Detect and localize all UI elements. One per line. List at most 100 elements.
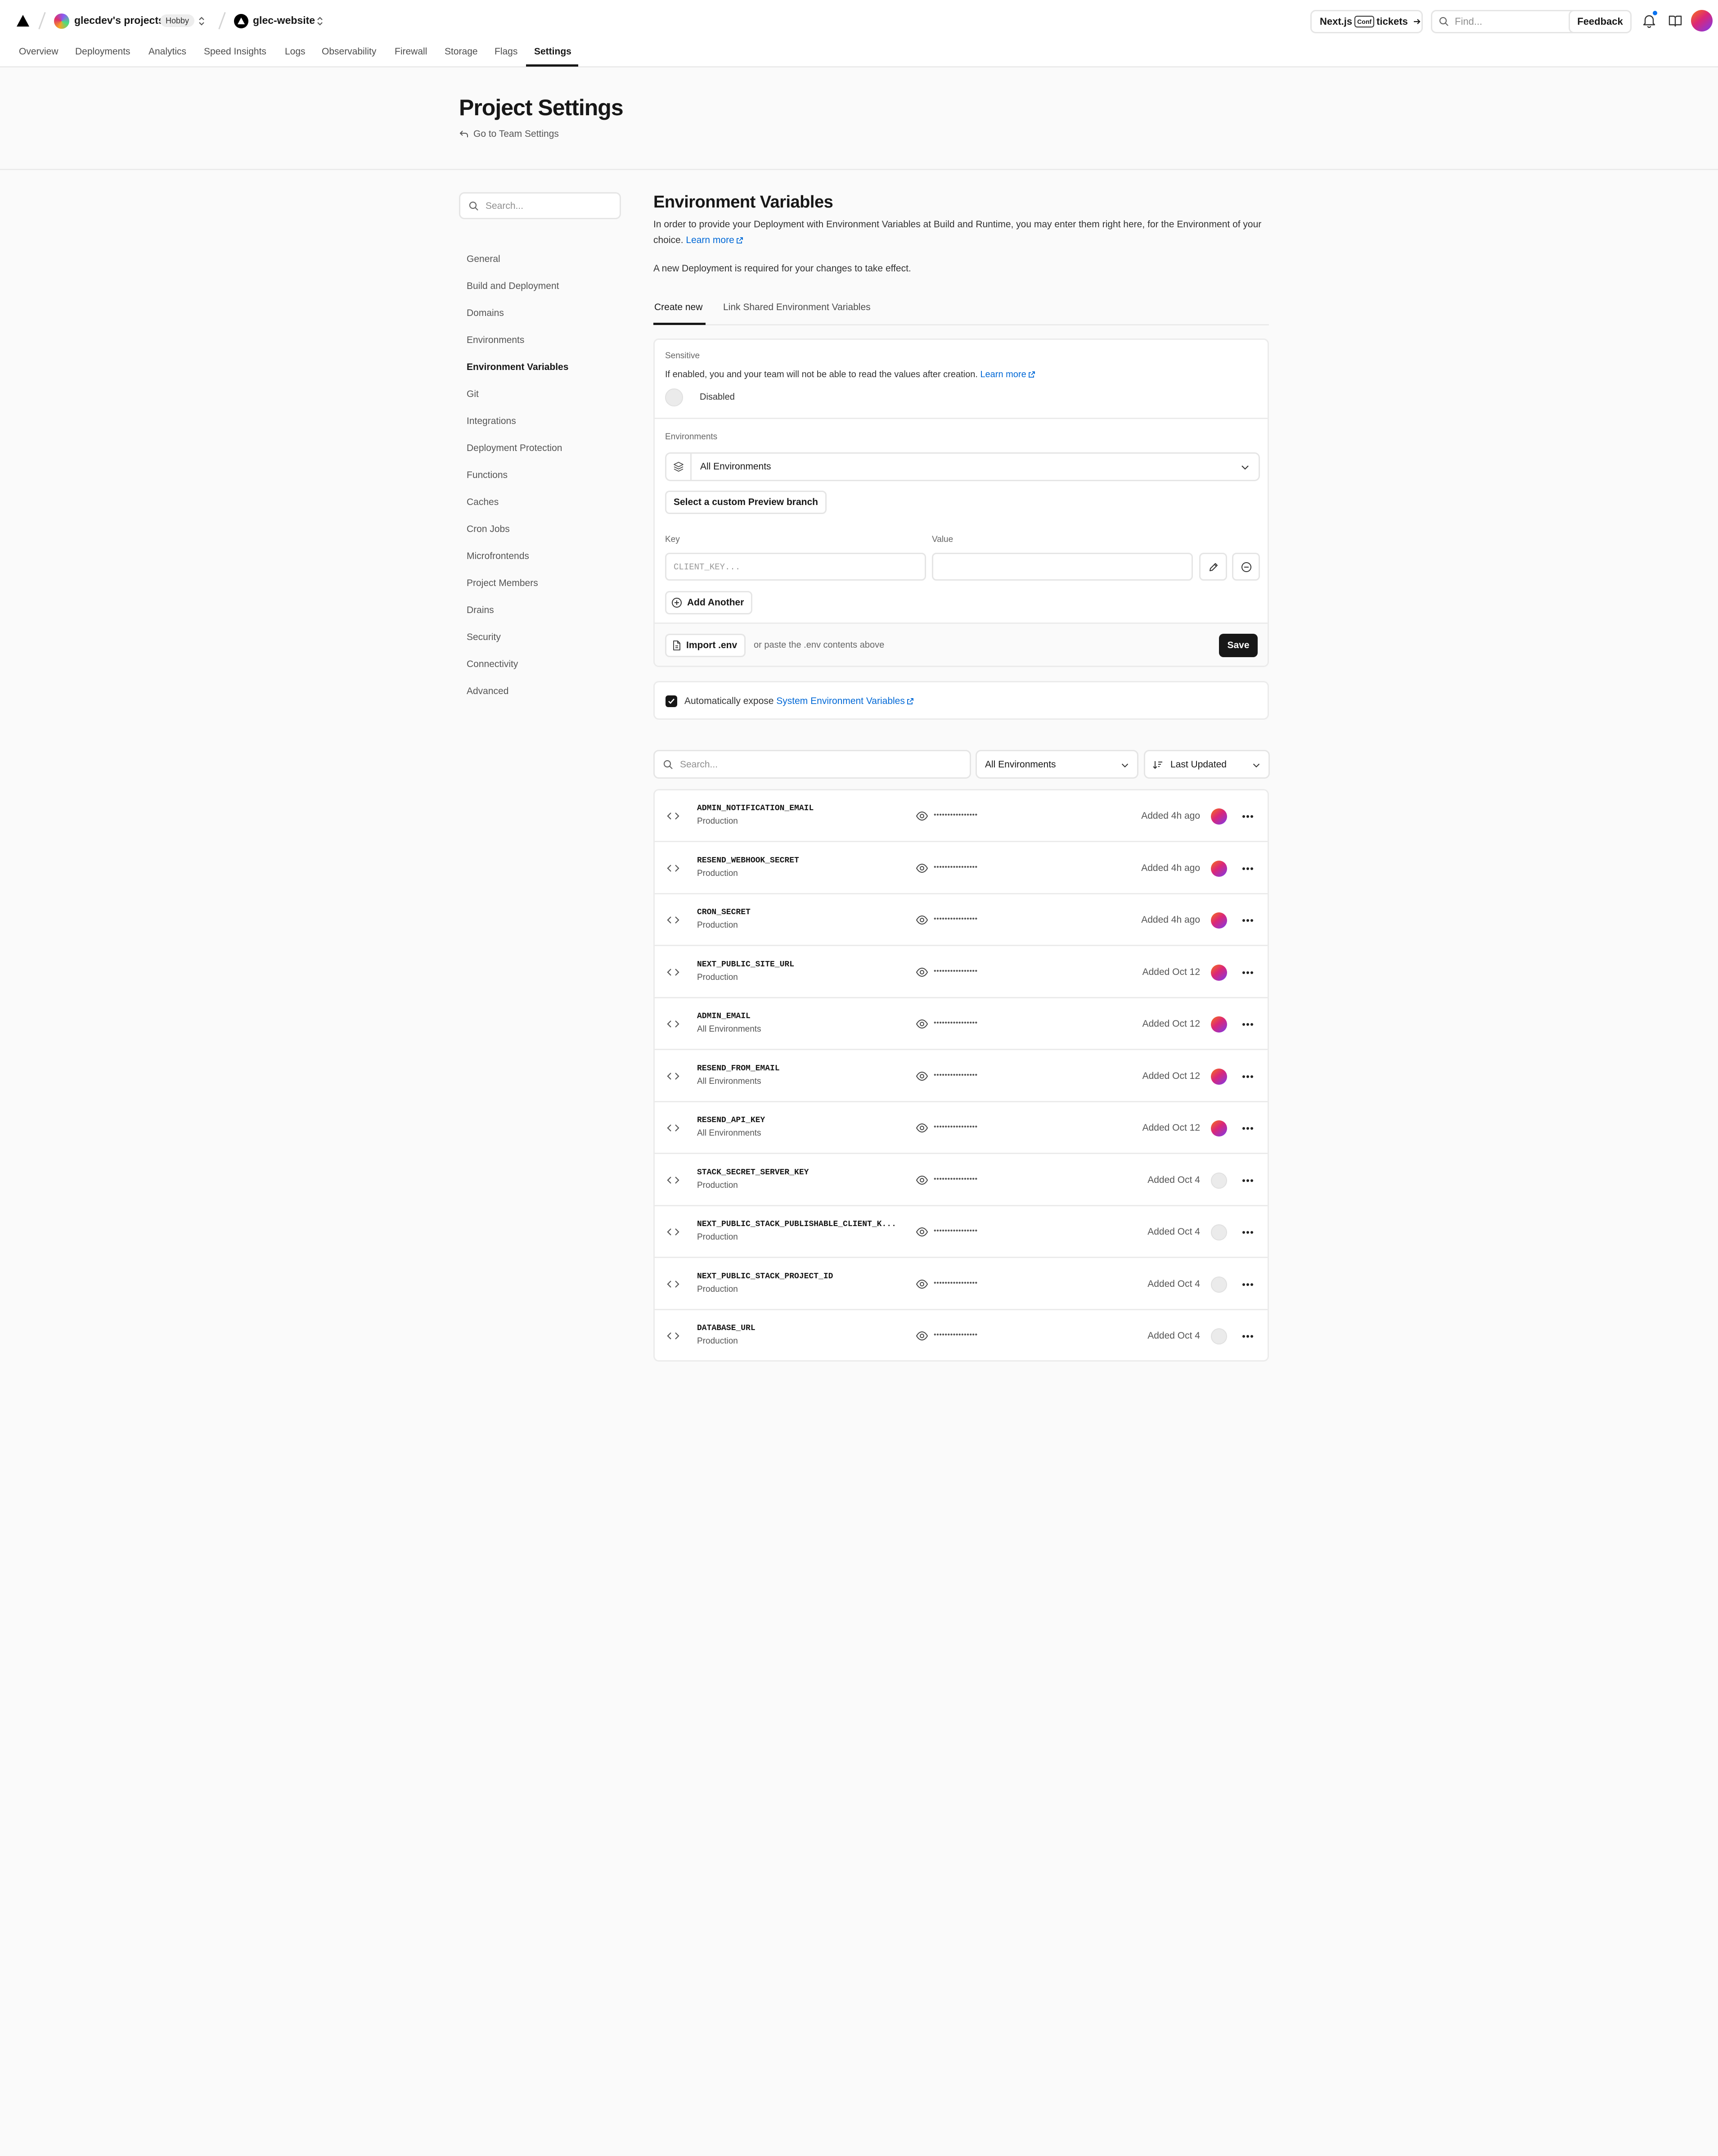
more-options-icon[interactable]: [1240, 1069, 1256, 1085]
env-search-input[interactable]: [680, 758, 959, 772]
env-var-row[interactable]: CRON_SECRET Production •••••••••••••••• Add…: [655, 894, 1268, 946]
env-var-row[interactable]: RESEND_WEBHOOK_SECRET Production •••••••••…: [655, 843, 1268, 894]
sidebar-item-drains[interactable]: Drains: [467, 605, 494, 616]
value-field[interactable]: [932, 553, 1193, 581]
sidebar-item-general[interactable]: General: [467, 254, 500, 265]
import-env-button[interactable]: Import .env: [665, 634, 746, 657]
more-options-icon[interactable]: [1240, 912, 1256, 929]
tab-flags[interactable]: Flags: [495, 46, 517, 57]
tab-speed-insights[interactable]: Speed Insights: [204, 46, 266, 57]
settings-search-input[interactable]: [486, 199, 616, 213]
add-another-button[interactable]: Add Another: [665, 591, 753, 614]
team-name[interactable]: glecdev's projects: [74, 14, 164, 27]
tab-storage[interactable]: Storage: [445, 46, 478, 57]
team-switcher-icon[interactable]: [198, 15, 205, 27]
key-field[interactable]: [665, 553, 926, 581]
tab-firewall[interactable]: Firewall: [395, 46, 427, 57]
eye-icon[interactable]: [916, 1226, 928, 1238]
env-var-row[interactable]: ADMIN_NOTIFICATION_EMAIL Production ••••••…: [655, 790, 1268, 842]
sidebar-item-environments[interactable]: Environments: [467, 335, 524, 346]
more-options-icon[interactable]: [1240, 1328, 1256, 1344]
eye-icon[interactable]: [916, 862, 928, 874]
more-options-icon[interactable]: [1240, 1016, 1256, 1033]
env-var-row[interactable]: NEXT_PUBLIC_STACK_PUBLISHABLE_CLIENT_K..…: [655, 1206, 1268, 1258]
more-options-icon[interactable]: [1240, 808, 1256, 825]
sort-select[interactable]: Last Updated: [1144, 750, 1270, 779]
sidebar-item-git[interactable]: Git: [467, 389, 479, 400]
more-options-icon[interactable]: [1240, 965, 1256, 981]
env-var-row[interactable]: ADMIN_EMAIL All Environments •••••••••••••…: [655, 998, 1268, 1050]
more-options-icon[interactable]: [1240, 1224, 1256, 1240]
env-var-row[interactable]: DATABASE_URL Production •••••••••••••••• Ad…: [655, 1310, 1268, 1360]
eye-icon[interactable]: [916, 1018, 928, 1030]
sensitive-learn-more-link[interactable]: Learn more: [980, 370, 1035, 379]
env-var-scope: Production: [697, 973, 738, 982]
user-avatar[interactable]: [1691, 10, 1713, 32]
docs-book-icon[interactable]: [1669, 14, 1682, 27]
env-var-row[interactable]: RESEND_FROM_EMAIL All Environments •••••••…: [655, 1051, 1268, 1102]
eye-icon[interactable]: [916, 810, 928, 822]
more-options-icon[interactable]: [1240, 861, 1256, 877]
sidebar-item-advanced[interactable]: Advanced: [467, 686, 508, 697]
more-options-icon[interactable]: [1240, 1276, 1256, 1293]
env-var-row[interactable]: RESEND_API_KEY All Environments ••••••••••…: [655, 1102, 1268, 1154]
tab-overview[interactable]: Overview: [19, 46, 58, 57]
sidebar-item-build-and-deployment[interactable]: Build and Deployment: [467, 281, 559, 292]
sidebar-item-functions[interactable]: Functions: [467, 470, 508, 481]
team-avatar[interactable]: [54, 14, 69, 29]
project-name[interactable]: glec-website: [253, 14, 315, 27]
eye-icon[interactable]: [916, 1330, 928, 1342]
tab-analytics[interactable]: Analytics: [148, 46, 186, 57]
environments-select[interactable]: All Environments: [665, 452, 1260, 481]
eye-icon[interactable]: [916, 966, 928, 978]
nextjs-conf-button[interactable]: Next.js Conf tickets: [1310, 10, 1423, 33]
sidebar-item-domains[interactable]: Domains: [467, 308, 504, 319]
sidebar-item-cron-jobs[interactable]: Cron Jobs: [467, 524, 510, 535]
feedback-button[interactable]: Feedback: [1569, 10, 1632, 33]
sidebar-item-environment-variables[interactable]: Environment Variables: [467, 362, 568, 373]
settings-search[interactable]: [459, 192, 621, 219]
tab-deployments[interactable]: Deployments: [75, 46, 130, 57]
chevron-down-icon: [1253, 763, 1260, 768]
vercel-logo-icon[interactable]: [16, 14, 30, 27]
team-settings-link[interactable]: Go to Team Settings: [459, 129, 559, 140]
value-input[interactable]: [940, 560, 1173, 574]
project-icon[interactable]: [234, 14, 248, 28]
eye-icon[interactable]: [916, 1122, 928, 1134]
sidebar-item-security[interactable]: Security: [467, 632, 501, 643]
sidebar-item-deployment-protection[interactable]: Deployment Protection: [467, 443, 562, 454]
tab-observability[interactable]: Observability: [322, 46, 376, 57]
eye-icon[interactable]: [916, 1174, 928, 1186]
remove-row-button[interactable]: [1232, 553, 1260, 581]
key-input[interactable]: [674, 560, 906, 574]
env-var-masked-value: ••••••••••••••••: [934, 1175, 978, 1183]
tab-link-shared[interactable]: Link Shared Environment Variables: [723, 302, 871, 313]
system-env-link[interactable]: System Environment Variables: [776, 696, 914, 706]
environment-filter-select[interactable]: All Environments: [976, 750, 1138, 779]
divider: [38, 12, 46, 30]
sensitive-toggle[interactable]: [665, 388, 683, 406]
tab-create-new[interactable]: Create new: [654, 302, 702, 313]
tab-logs[interactable]: Logs: [285, 46, 306, 57]
tab-settings[interactable]: Settings: [534, 46, 571, 57]
eye-icon[interactable]: [916, 1278, 928, 1290]
env-var-row[interactable]: NEXT_PUBLIC_SITE_URL Production ••••••••••…: [655, 947, 1268, 998]
sidebar-item-connectivity[interactable]: Connectivity: [467, 659, 518, 670]
custom-preview-branch-button[interactable]: Select a custom Preview branch: [665, 491, 827, 514]
sidebar-item-caches[interactable]: Caches: [467, 497, 499, 508]
more-options-icon[interactable]: [1240, 1173, 1256, 1189]
sidebar-item-integrations[interactable]: Integrations: [467, 416, 516, 427]
eye-icon[interactable]: [916, 914, 928, 926]
save-button[interactable]: Save: [1219, 634, 1258, 657]
env-var-row[interactable]: NEXT_PUBLIC_STACK_PROJECT_ID Production ••…: [655, 1258, 1268, 1310]
sidebar-item-project-members[interactable]: Project Members: [467, 578, 538, 589]
eye-icon[interactable]: [916, 1070, 928, 1082]
expose-checkbox[interactable]: [666, 695, 677, 707]
project-switcher-icon[interactable]: [316, 15, 324, 27]
env-search[interactable]: [653, 750, 971, 779]
sidebar-item-microfrontends[interactable]: Microfrontends: [467, 551, 529, 562]
edit-value-button[interactable]: [1199, 553, 1227, 581]
more-options-icon[interactable]: [1240, 1120, 1256, 1137]
learn-more-link[interactable]: Learn more: [686, 235, 743, 245]
env-var-row[interactable]: STACK_SECRET_SERVER_KEY Production •••••••…: [655, 1155, 1268, 1206]
